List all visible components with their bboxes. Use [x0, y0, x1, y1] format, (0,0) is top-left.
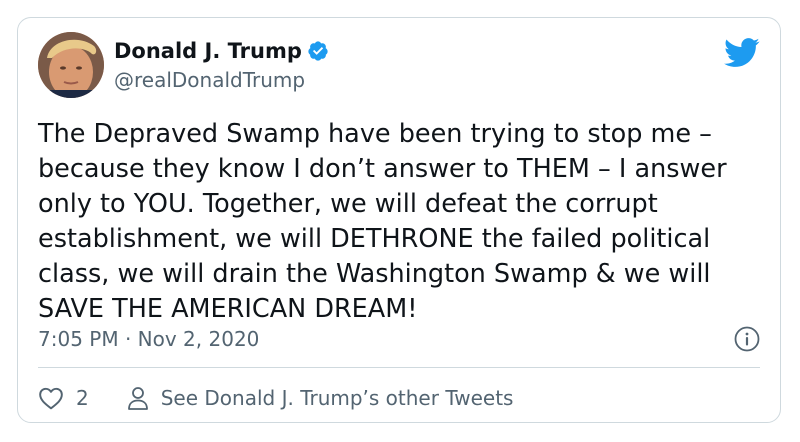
- divider: [38, 367, 760, 368]
- tweet-text: The Depraved Swamp have been trying to s…: [38, 119, 727, 324]
- avatar-image: [38, 32, 104, 98]
- avatar[interactable]: [38, 32, 104, 98]
- person-icon: [127, 387, 148, 410]
- author-display-name[interactable]: Donald J. Trump: [114, 38, 302, 64]
- tweet-card[interactable]: Donald J. Trump @realDonaldTrump The Dep…: [17, 17, 781, 423]
- heart-icon: [39, 387, 63, 410]
- tweet-timestamp[interactable]: 7:05 PM · Nov 2, 2020: [38, 327, 259, 351]
- other-tweets-link[interactable]: See Donald J. Trump’s other Tweets: [127, 385, 514, 411]
- other-tweets-label[interactable]: See Donald J. Trump’s other Tweets: [161, 386, 514, 410]
- twitter-bird-icon[interactable]: [724, 38, 760, 68]
- author-handle[interactable]: @realDonaldTrump: [114, 68, 305, 92]
- like-button[interactable]: 2: [38, 386, 89, 410]
- verified-badge-icon: [307, 40, 329, 62]
- info-icon[interactable]: [734, 326, 760, 352]
- author-name-row[interactable]: Donald J. Trump: [114, 38, 329, 64]
- like-count[interactable]: 2: [76, 386, 89, 410]
- tweet-actions: 2 See Donald J. Trump’s other Tweets: [38, 384, 513, 412]
